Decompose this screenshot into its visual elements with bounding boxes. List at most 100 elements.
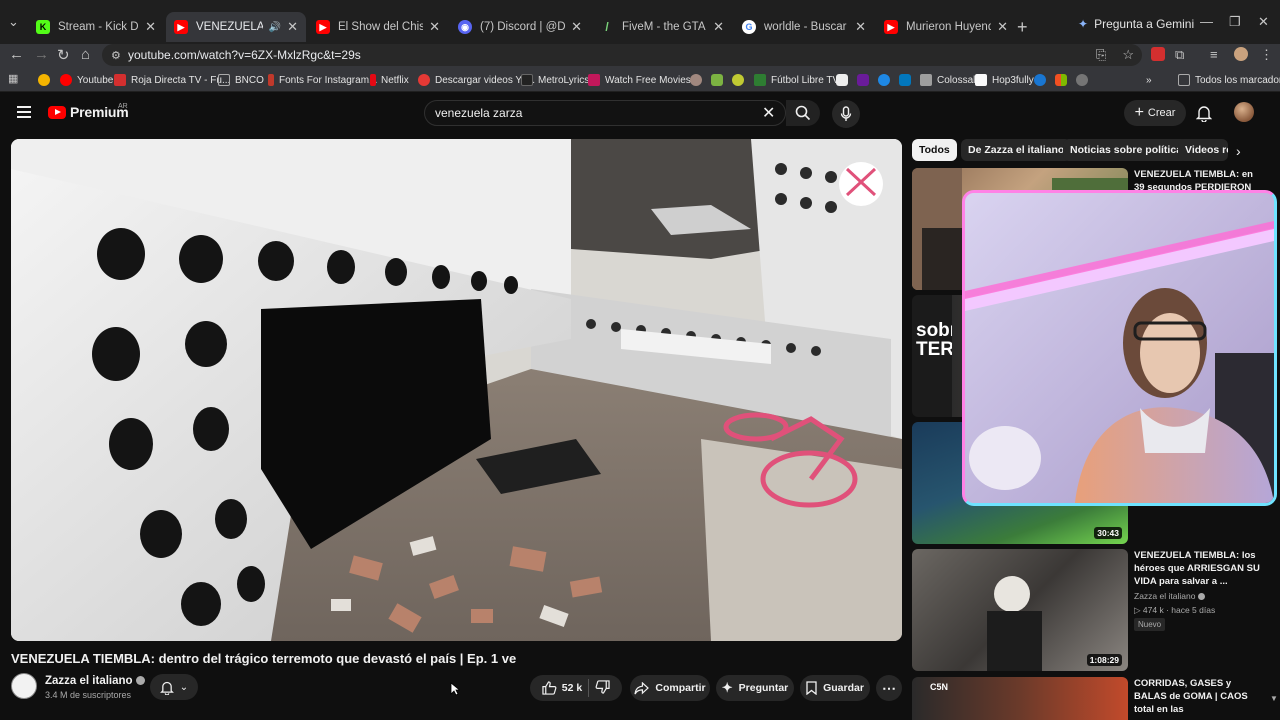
clear-search-icon[interactable]: ✕	[762, 103, 775, 123]
bookmark-youtube[interactable]: Youtube	[60, 72, 113, 88]
install-app-icon[interactable]: ⎘	[1096, 47, 1106, 63]
chip-de-zazza[interactable]: De Zazza el italiano	[961, 139, 1072, 161]
restore-icon[interactable]: ❐	[1229, 14, 1241, 30]
bookmark-watch-free-movies[interactable]: Watch Free Movies...	[588, 72, 699, 88]
gemini-button[interactable]: ✦ Pregunta a Gemini	[1078, 17, 1194, 31]
recommendation-title[interactable]: VENEZUELA TIEMBLA: los héroes que ARRIES…	[1134, 549, 1260, 588]
bookmark-descargar-videos[interactable]: Descargar videos Yo...	[418, 72, 535, 88]
bookmark-emoji-icon[interactable]	[38, 74, 50, 86]
search-input[interactable]: venezuela zarza	[424, 100, 786, 126]
reload-icon[interactable]: ↻	[57, 46, 70, 64]
recommendation-item[interactable]: 1:08:29 VENEZUELA TIEMBLA: los héroes qu…	[912, 549, 1272, 671]
tab-fivem[interactable]: / FiveM - the GTA V multipla ✕	[592, 12, 732, 42]
bookmarks-bar: ▦ Youtube Roja Directa TV - Fu... BNCO F…	[0, 68, 1280, 92]
channel-avatar[interactable]	[11, 673, 37, 699]
speaker-icon[interactable]: 🔊	[269, 22, 281, 33]
chip-noticias-politica[interactable]: Noticias sobre política	[1063, 139, 1190, 161]
tab-kick-dashboard[interactable]: K Stream - Kick Dashboard ✕	[28, 12, 164, 42]
scroll-down-arrow-icon[interactable]: ▼	[1270, 694, 1278, 703]
recommendation-item[interactable]: C5N CORRIDAS, GASES y BALAS de GOMA | CA…	[912, 677, 1272, 720]
recommendation-channel[interactable]: Zazza el italiano	[1134, 591, 1206, 601]
channel-name[interactable]: Zazza el italiano	[45, 675, 145, 687]
bookmark-icon-6[interactable]	[899, 74, 911, 86]
home-icon[interactable]: ⌂	[81, 46, 90, 63]
account-avatar[interactable]	[1234, 102, 1254, 122]
video-player[interactable]	[11, 139, 902, 641]
close-icon[interactable]: ✕	[713, 19, 724, 35]
extension-icon[interactable]	[1151, 47, 1165, 61]
recommendation-title[interactable]: CORRIDAS, GASES y BALAS de GOMA | CAOS t…	[1134, 677, 1260, 716]
dislike-button[interactable]	[595, 679, 610, 697]
bookmark-icon-2[interactable]	[711, 74, 723, 86]
video-duration: 1:08:29	[1086, 654, 1122, 666]
minimize-icon[interactable]: —	[1200, 14, 1213, 29]
profile-icon[interactable]	[1234, 47, 1248, 61]
back-icon[interactable]: ←	[9, 46, 24, 63]
tab-title: FiveM - the GTA V multipla	[622, 21, 707, 33]
bookmark-colossal[interactable]: Colossal	[920, 72, 975, 88]
country-code: AR	[118, 103, 128, 110]
site-info-icon[interactable]: ⚙	[111, 49, 121, 62]
microsoft-icon[interactable]	[1055, 74, 1067, 86]
media-control-icon[interactable]: ≡	[1210, 47, 1218, 62]
close-icon[interactable]: ✕	[571, 19, 582, 35]
yahoo-icon[interactable]	[857, 74, 869, 86]
tab-venezuela-tiembla[interactable]: ▶ VENEZUELA TIEMBLA 🔊 ✕	[166, 12, 306, 42]
close-icon[interactable]: ✕	[287, 19, 298, 35]
close-icon[interactable]: ✕	[997, 19, 1008, 35]
bookmark-fonts-instagram[interactable]: Fonts For Instagram...	[268, 72, 377, 88]
apps-grid-icon[interactable]: ▦	[8, 72, 20, 85]
close-icon[interactable]: ✕	[429, 19, 440, 35]
bookmarks-overflow-icon[interactable]: »	[1146, 72, 1152, 88]
url-field[interactable]: ⚙ youtube.com/watch?v=6ZX-MxlzRgc&t=29s	[102, 44, 1142, 66]
extensions-puzzle-icon[interactable]: ⧉	[1175, 47, 1184, 63]
tab-search-icon[interactable]: ⌄	[8, 14, 19, 30]
omnibox-actions: ⎘ ☆	[1096, 47, 1134, 63]
tab-show-del-chiste[interactable]: ▶ El Show del Chiste - VIDEO ✕	[308, 12, 448, 42]
bookmark-metrolyrics[interactable]: MetroLyrics	[521, 72, 589, 88]
bookmark-icon-7[interactable]	[1034, 74, 1046, 86]
video-frame-image	[11, 139, 902, 641]
youtube-premium-logo[interactable]: Premium	[48, 104, 129, 120]
video-duration: 30:43	[1094, 527, 1122, 539]
tab-discord[interactable]: ◉ (7) Discord | @Daiii ✕	[450, 12, 590, 42]
bookmark-icon-5[interactable]	[878, 74, 890, 86]
share-button[interactable]: Compartir	[630, 675, 710, 701]
all-bookmarks-folder[interactable]: Todos los marcadores	[1178, 72, 1280, 88]
video-thumbnail[interactable]: 1:08:29	[912, 549, 1128, 671]
bookmark-bnco[interactable]: BNCO	[218, 72, 264, 88]
bookmark-netflix[interactable]: Netflix	[370, 72, 409, 88]
close-icon[interactable]: ✕	[145, 19, 156, 35]
bookmark-roja-directa[interactable]: Roja Directa TV - Fu...	[114, 72, 230, 88]
bookmark-futbol-libre[interactable]: Fútbol Libre TV	[754, 72, 839, 88]
save-button[interactable]: Guardar	[800, 675, 870, 701]
bookmark-icon-4[interactable]	[836, 74, 848, 86]
close-window-icon[interactable]: ✕	[1258, 14, 1269, 30]
close-icon[interactable]: ✕	[855, 19, 866, 35]
bookmark-icon-1[interactable]	[690, 74, 702, 86]
like-button[interactable]: 52 k	[542, 681, 582, 695]
voice-search-button[interactable]	[832, 100, 860, 128]
create-button[interactable]: + Crear	[1124, 100, 1186, 126]
more-actions-button[interactable]: ⋯	[876, 675, 902, 701]
globe-icon[interactable]	[1076, 74, 1088, 86]
tab-murieron-huyendo[interactable]: ▶ Murieron Huyendo de Alg ✕	[876, 12, 1016, 42]
chip-videos-relacionados[interactable]: Videos re	[1178, 139, 1228, 161]
bookmark-hop3fully[interactable]: Hop3fully	[975, 72, 1034, 88]
more-menu-icon[interactable]: ⋮	[1260, 47, 1273, 63]
ask-button[interactable]: ✦ Preguntar	[716, 675, 794, 701]
subscribed-notification-button[interactable]: ⌄	[150, 674, 198, 700]
tab-worldle-google[interactable]: G worldle - Buscar con Goog ✕	[734, 12, 874, 42]
chip-todos[interactable]: Todos	[912, 139, 957, 161]
chevron-right-icon[interactable]: ›	[1236, 143, 1241, 159]
streamer-webcam-overlay	[962, 190, 1277, 506]
bookmark-icon	[806, 681, 817, 695]
search-button[interactable]	[786, 100, 820, 126]
hamburger-menu-icon[interactable]	[17, 106, 31, 118]
forward-icon[interactable]: →	[34, 46, 49, 63]
bookmark-star-icon[interactable]: ☆	[1122, 47, 1134, 63]
notifications-button[interactable]	[1195, 104, 1213, 127]
video-thumbnail[interactable]: C5N	[912, 677, 1128, 720]
new-tab-button[interactable]: +	[1017, 17, 1028, 38]
bookmark-icon-3[interactable]	[732, 74, 744, 86]
